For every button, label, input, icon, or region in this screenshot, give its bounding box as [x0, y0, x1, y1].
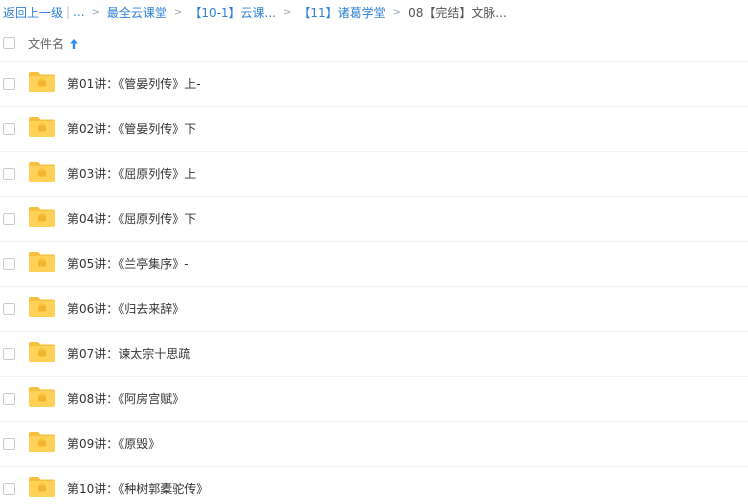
row-checkbox[interactable] — [3, 483, 15, 495]
file-row[interactable]: 第10讲：《种树郭橐驼传》 — [0, 467, 748, 504]
sort-by-name-button[interactable]: 文件名 — [28, 35, 79, 52]
chevron-right-icon: > — [91, 6, 100, 18]
list-header: 文件名 — [0, 24, 748, 62]
breadcrumb-current: 08【完结】文脉... — [408, 5, 507, 20]
breadcrumb: 返回上一级 | ... > 最全云课堂 > 【10-1】云课... > 【11】… — [3, 0, 507, 24]
row-checkbox[interactable] — [3, 438, 15, 450]
row-checkbox[interactable] — [3, 213, 15, 225]
row-checkbox[interactable] — [3, 258, 15, 270]
folder-icon — [29, 252, 55, 272]
file-list: 第01讲：《管晏列传》上- 第02讲：《管晏列传》下 第03讲：《屈原列传》上 — [0, 62, 748, 504]
folder-icon — [29, 72, 55, 92]
file-name: 第03讲：《屈原列传》上 — [67, 167, 197, 181]
breadcrumb-item-2[interactable]: 【10-1】云课... — [189, 4, 276, 21]
breadcrumb-ellipsis[interactable]: ... — [73, 5, 84, 19]
row-checkbox[interactable] — [3, 393, 15, 405]
chevron-right-icon: > — [392, 6, 402, 18]
row-checkbox[interactable] — [3, 348, 15, 360]
file-browser: 返回上一级 | ... > 最全云课堂 > 【10-1】云课... > 【11】… — [0, 0, 748, 504]
back-link[interactable]: 返回上一级 — [3, 4, 63, 21]
folder-icon — [29, 162, 55, 182]
file-name: 第10讲：《种树郭橐驼传》 — [67, 482, 209, 496]
file-row[interactable]: 第09讲：《原毁》 — [0, 422, 748, 467]
sort-ascending-icon — [70, 38, 79, 49]
file-name: 第06讲：《归去来辞》 — [67, 302, 185, 316]
folder-icon — [29, 342, 55, 362]
row-checkbox[interactable] — [3, 123, 15, 135]
file-row[interactable]: 第05讲：《兰亭集序》- — [0, 242, 748, 287]
folder-icon — [29, 477, 55, 497]
folder-icon — [29, 387, 55, 407]
file-name: 第05讲：《兰亭集序》- — [67, 257, 189, 271]
file-row[interactable]: 第02讲：《管晏列传》下 — [0, 107, 748, 152]
breadcrumb-separator: | — [66, 5, 71, 19]
file-row[interactable]: 第07讲：谏太宗十思疏 — [0, 332, 748, 377]
folder-icon — [29, 207, 55, 227]
row-checkbox[interactable] — [3, 168, 15, 180]
file-name: 第09讲：《原毁》 — [67, 437, 161, 451]
breadcrumb-item-1[interactable]: 最全云课堂 — [107, 4, 167, 21]
row-checkbox[interactable] — [3, 303, 15, 315]
folder-icon — [29, 117, 55, 137]
file-name: 第01讲：《管晏列传》上- — [67, 77, 201, 91]
file-name: 第07讲：谏太宗十思疏 — [67, 347, 191, 361]
breadcrumb-item-3[interactable]: 【11】诸葛学堂 — [298, 4, 385, 21]
file-name: 第02讲：《管晏列传》下 — [67, 122, 197, 136]
folder-icon — [29, 297, 55, 317]
file-row[interactable]: 第04讲：《屈原列传》下 — [0, 197, 748, 242]
file-row[interactable]: 第03讲：《屈原列传》上 — [0, 152, 748, 197]
chevron-right-icon: > — [283, 6, 292, 18]
file-name: 第04讲：《屈原列传》下 — [67, 212, 197, 226]
row-checkbox[interactable] — [3, 78, 15, 90]
file-row[interactable]: 第08讲：《阿房宫赋》 — [0, 377, 748, 422]
file-name: 第08讲：《阿房宫赋》 — [67, 392, 185, 406]
file-row[interactable]: 第06讲：《归去来辞》 — [0, 287, 748, 332]
chevron-right-icon: > — [173, 6, 183, 18]
file-row[interactable]: 第01讲：《管晏列传》上- — [0, 62, 748, 107]
column-title-filename: 文件名 — [28, 37, 65, 51]
folder-icon — [29, 432, 55, 452]
select-all-checkbox[interactable] — [3, 37, 15, 49]
